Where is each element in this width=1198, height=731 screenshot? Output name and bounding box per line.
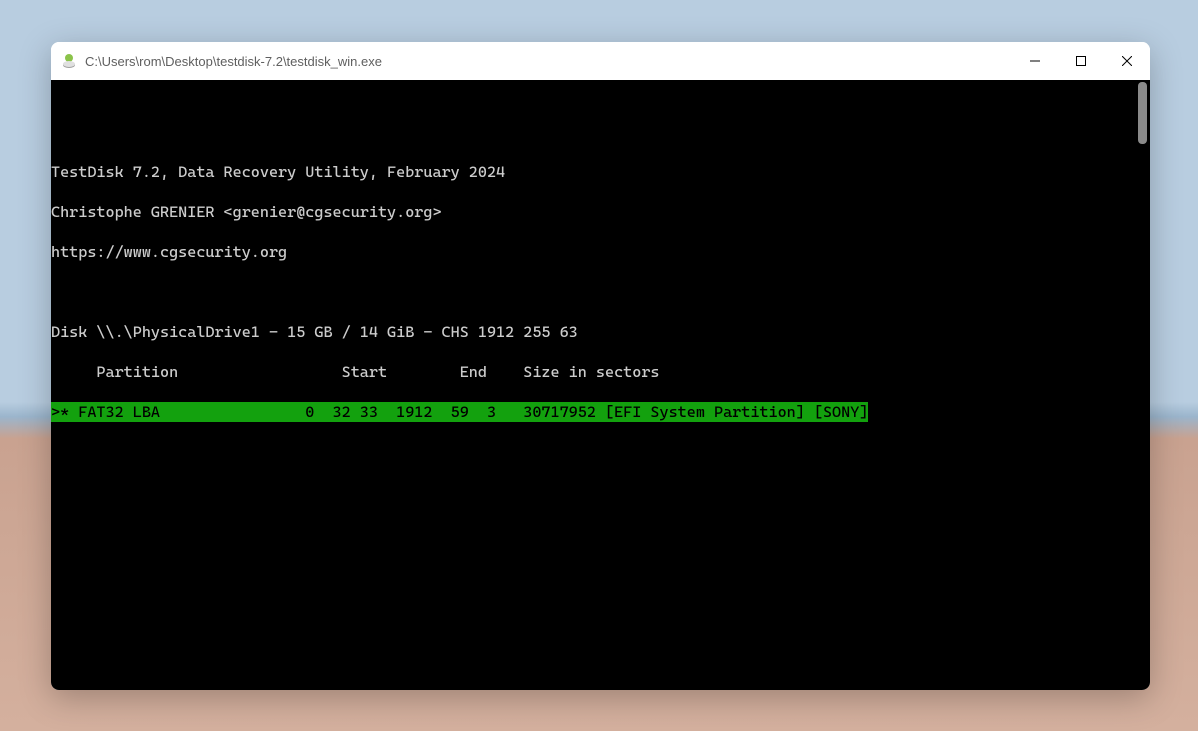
maximize-button[interactable] (1058, 42, 1104, 80)
minimize-button[interactable] (1012, 42, 1058, 80)
close-button[interactable] (1104, 42, 1150, 80)
terminal[interactable]: TestDisk 7.2, Data Recovery Utility, Feb… (51, 80, 1150, 690)
window-controls (1012, 42, 1150, 80)
term-spacer (51, 442, 1150, 690)
partition-row-selected[interactable]: >* FAT32 LBA 0 32 33 1912 59 3 30717952 … (51, 402, 1150, 422)
term-disk-line: Disk \\.\PhysicalDrive1 - 15 GB / 14 GiB… (51, 322, 1150, 342)
term-url-line: https://www.cgsecurity.org (51, 242, 1150, 262)
terminal-content: TestDisk 7.2, Data Recovery Utility, Feb… (51, 142, 1150, 690)
window-title: C:\Users\rom\Desktop\testdisk-7.2\testdi… (85, 54, 1012, 69)
term-author-line: Christophe GRENIER <grenier@cgsecurity.o… (51, 202, 1150, 222)
titlebar[interactable]: C:\Users\rom\Desktop\testdisk-7.2\testdi… (51, 42, 1150, 80)
term-blank (51, 282, 1150, 302)
app-window: C:\Users\rom\Desktop\testdisk-7.2\testdi… (51, 42, 1150, 690)
partition-row-text: >* FAT32 LBA 0 32 33 1912 59 3 30717952 … (51, 402, 868, 422)
app-icon (61, 53, 77, 69)
term-col-header: Partition Start End Size in sectors (51, 362, 1150, 382)
scrollbar-thumb[interactable] (1138, 82, 1147, 144)
term-header-line: TestDisk 7.2, Data Recovery Utility, Feb… (51, 162, 1150, 182)
